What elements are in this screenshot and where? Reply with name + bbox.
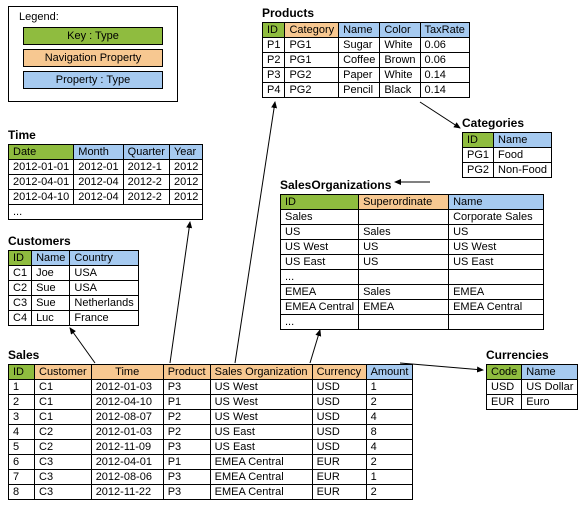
col-product: Product — [163, 365, 210, 380]
col-id: ID — [9, 251, 32, 266]
table-row: SalesCorporate Sales — [281, 210, 544, 225]
table-row: 7C32012-08-06P3EMEA CentralEUR1 — [9, 470, 413, 485]
categories-block: Categories ID Name PG1Food PG2Non-Food — [462, 116, 552, 178]
table-row: C1JoeUSA — [9, 266, 139, 281]
categories-table: ID Name PG1Food PG2Non-Food — [462, 132, 552, 178]
col-amount: Amount — [366, 365, 413, 380]
table-row: 2C12012-04-10P1US WestUSD2 — [9, 395, 413, 410]
arrow-icon — [420, 102, 460, 128]
col-year: Year — [169, 145, 202, 160]
table-row: ... — [9, 205, 203, 220]
time-table: Date Month Quarter Year 2012-01-012012-0… — [8, 144, 203, 220]
col-currency: Currency — [312, 365, 366, 380]
table-row: US WestUSUS West — [281, 240, 544, 255]
sales-block: Sales ID Customer Time Product Sales Org… — [8, 348, 413, 500]
products-block: Products ID Category Name Color TaxRate … — [262, 6, 470, 98]
table-row: C2SueUSA — [9, 281, 139, 296]
col-quarter: Quarter — [123, 145, 169, 160]
time-block: Time Date Month Quarter Year 2012-01-012… — [8, 128, 203, 220]
table-row: C3SueNetherlands — [9, 296, 139, 311]
legend-box: Legend: Key : Type Navigation Property P… — [8, 6, 178, 102]
time-title: Time — [8, 128, 203, 142]
table-row: P2PG1CoffeeBrown0.06 — [263, 53, 470, 68]
col-category: Category — [285, 23, 339, 38]
col-org: Sales Organization — [210, 365, 312, 380]
table-row: C4LucFrance — [9, 311, 139, 326]
col-customer: Customer — [35, 365, 92, 380]
table-row: 1C12012-01-03P3US WestUSD1 — [9, 380, 413, 395]
sales-table: ID Customer Time Product Sales Organizat… — [8, 364, 413, 500]
col-id: ID — [463, 133, 494, 148]
table-row: PG1Food — [463, 148, 552, 163]
col-super: Superordinate — [359, 195, 449, 210]
col-name: Name — [449, 195, 544, 210]
table-row: 4C22012-01-03P2US EastUSD8 — [9, 425, 413, 440]
table-row: 6C32012-04-01P1EMEA CentralEUR2 — [9, 455, 413, 470]
table-row: ... — [281, 270, 544, 285]
col-country: Country — [70, 251, 138, 266]
table-row: 8C32012-11-22P3EMEA CentralEUR2 — [9, 485, 413, 500]
table-row: EMEA CentralEMEAEMEA Central — [281, 300, 544, 315]
table-row: 2012-04-012012-042012-22012 — [9, 175, 203, 190]
col-name: Name — [494, 133, 552, 148]
table-row: PG2Non-Food — [463, 163, 552, 178]
col-id: ID — [9, 365, 35, 380]
products-title: Products — [262, 6, 470, 20]
col-date: Date — [9, 145, 74, 160]
currencies-table: Code Name USDUS Dollar EUREuro — [486, 364, 578, 410]
arrow-icon — [235, 102, 275, 363]
table-row: P3PG2PaperWhite0.14 — [263, 68, 470, 83]
table-row: 3C12012-08-07P2US WestUSD4 — [9, 410, 413, 425]
customers-block: Customers ID Name Country C1JoeUSA C2Sue… — [8, 234, 139, 326]
categories-title: Categories — [462, 116, 552, 130]
col-time: Time — [91, 365, 163, 380]
col-id: ID — [263, 23, 285, 38]
table-row: USDUS Dollar — [487, 380, 578, 395]
table-row: ... — [281, 315, 544, 330]
currencies-title: Currencies — [486, 348, 578, 362]
table-row: USSalesUS — [281, 225, 544, 240]
table-row: EUREuro — [487, 395, 578, 410]
col-tax: TaxRate — [420, 23, 469, 38]
legend-title: Legend: — [19, 11, 169, 23]
table-row: 2012-01-012012-012012-12012 — [9, 160, 203, 175]
sales-title: Sales — [8, 348, 413, 362]
customers-table: ID Name Country C1JoeUSA C2SueUSA C3SueN… — [8, 250, 139, 326]
salesorgs-table: ID Superordinate Name SalesCorporate Sal… — [280, 194, 544, 330]
legend-prop: Property : Type — [23, 71, 163, 89]
col-name: Name — [522, 365, 578, 380]
salesorgs-block: SalesOrganizations ID Superordinate Name… — [280, 178, 544, 330]
table-row: P4PG2PencilBlack0.14 — [263, 83, 470, 98]
currencies-block: Currencies Code Name USDUS Dollar EUREur… — [486, 348, 578, 410]
col-id: ID — [281, 195, 359, 210]
table-row: P1PG1SugarWhite0.06 — [263, 38, 470, 53]
col-name: Name — [339, 23, 380, 38]
col-color: Color — [380, 23, 420, 38]
col-name: Name — [32, 251, 70, 266]
salesorgs-title: SalesOrganizations — [280, 178, 544, 192]
table-row: US EastUSUS East — [281, 255, 544, 270]
arrow-icon — [170, 222, 190, 363]
col-month: Month — [74, 145, 123, 160]
table-row: EMEASalesEMEA — [281, 285, 544, 300]
products-table: ID Category Name Color TaxRate P1PG1Suga… — [262, 22, 470, 98]
customers-title: Customers — [8, 234, 139, 248]
table-row: 2012-04-102012-042012-22012 — [9, 190, 203, 205]
table-row: 5C22012-11-09P3US EastUSD4 — [9, 440, 413, 455]
legend-nav: Navigation Property — [23, 49, 163, 67]
legend-key: Key : Type — [23, 27, 163, 45]
col-code: Code — [487, 365, 522, 380]
